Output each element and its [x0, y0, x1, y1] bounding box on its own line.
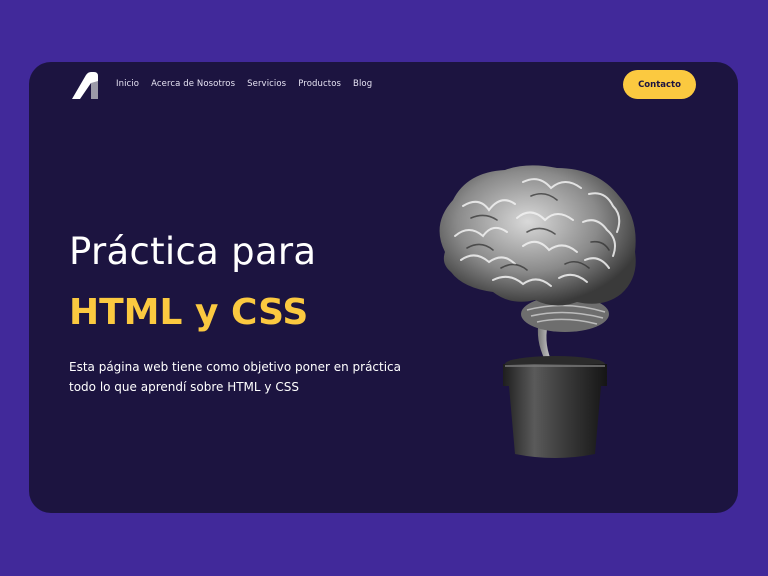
logo-icon[interactable] — [70, 71, 100, 101]
nav-item-blog[interactable]: Blog — [353, 79, 372, 89]
nav-item-servicios[interactable]: Servicios — [247, 79, 286, 89]
nav-item-inicio[interactable]: Inicio — [116, 79, 139, 89]
nav-item-acerca[interactable]: Acerca de Nosotros — [151, 79, 235, 89]
hero-description: Esta página web tiene como objetivo pone… — [69, 360, 402, 394]
hero-title-line1: Práctica para — [69, 230, 317, 273]
nav-item-productos[interactable]: Productos — [298, 79, 341, 89]
hero-title-line2: HTML y CSS — [69, 292, 309, 333]
contact-button[interactable]: Contacto — [623, 70, 696, 99]
brain-in-pot-illustration — [439, 165, 636, 458]
main-nav: Inicio Acerca de Nosotros Servicios Prod… — [116, 79, 372, 89]
hero-card: Inicio Acerca de Nosotros Servicios Prod… — [29, 62, 738, 513]
